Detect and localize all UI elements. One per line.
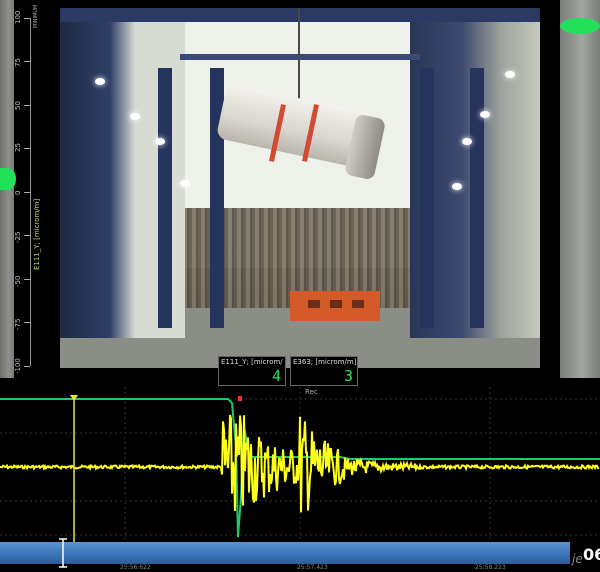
- scale-tick-label: 25: [14, 143, 22, 152]
- frame-counter: 06: [583, 545, 600, 564]
- scale-tick: [24, 105, 30, 106]
- event-marker: [238, 396, 242, 401]
- ceiling-light: [462, 138, 472, 145]
- readout-label: E363; [microm/m]: [293, 358, 357, 366]
- scale-tick-label: 0: [14, 190, 22, 195]
- right-level-cylinder: [560, 0, 600, 378]
- hall-roof-beam: [60, 8, 540, 22]
- scale-tick-label: 50: [14, 101, 22, 110]
- building-window: [308, 300, 320, 308]
- rec-label: Rec: [305, 388, 318, 396]
- scale-tick: [24, 192, 30, 193]
- crane-rope: [298, 8, 300, 108]
- building-window: [330, 300, 342, 308]
- scale-tick: [24, 279, 30, 280]
- ceiling-light: [155, 138, 165, 145]
- camera-video-view[interactable]: [60, 8, 540, 368]
- scale-axis: [30, 18, 31, 366]
- time-label: 25:57.423: [297, 564, 328, 571]
- scale-tick: [24, 366, 30, 367]
- readout-value: 4: [271, 367, 281, 385]
- ceiling-light: [480, 111, 490, 118]
- ceiling-light: [130, 113, 140, 120]
- timeline-scrollbar[interactable]: [0, 542, 570, 564]
- scale-tick-label: 100: [14, 10, 22, 24]
- scale-tick-label: -50: [14, 275, 22, 287]
- readout-e111: E111_Y; [microm/ 4: [218, 356, 286, 386]
- time-label: 25:58.223: [475, 564, 506, 571]
- left-level-indicator: [0, 168, 16, 190]
- scale-tick: [24, 235, 30, 236]
- scale-tick: [24, 148, 30, 149]
- hall-pillar: [158, 68, 172, 328]
- scale-title: E111_Y; [microm/m]: [33, 198, 41, 270]
- right-level-indicator: [560, 18, 600, 34]
- signal-plot-svg: [0, 387, 600, 542]
- ceiling-light: [180, 180, 190, 187]
- hall-pillar: [420, 68, 434, 328]
- scale-tick-label: -25: [14, 231, 22, 243]
- scale-tick-label: 75: [14, 58, 22, 67]
- building-window: [352, 300, 364, 308]
- readout-label: E111_Y; [microm/: [221, 358, 283, 366]
- scale-top-label: MINIMUM: [33, 4, 39, 28]
- time-label: 25:56.622: [120, 564, 151, 571]
- ceiling-light: [505, 71, 515, 78]
- crane-beam: [180, 54, 420, 60]
- left-scale-panel: 100 75 50 25 0 -25 -50 -75 -100 E111_Y; …: [0, 0, 41, 378]
- timeline-cursor-handle[interactable]: [58, 537, 68, 569]
- ceiling-light: [452, 183, 462, 190]
- scale-tick-label: -100: [14, 358, 22, 374]
- scale-tick: [24, 18, 30, 19]
- scale-tick-label: -75: [14, 318, 22, 330]
- scale-tick: [24, 322, 30, 323]
- scale-tick: [24, 61, 30, 62]
- hall-pillar: [470, 68, 484, 328]
- ceiling-light: [95, 78, 105, 85]
- readout-value: 3: [343, 367, 353, 385]
- watermark: je: [572, 552, 583, 566]
- readout-e363: E363; [microm/m] 3: [290, 356, 358, 386]
